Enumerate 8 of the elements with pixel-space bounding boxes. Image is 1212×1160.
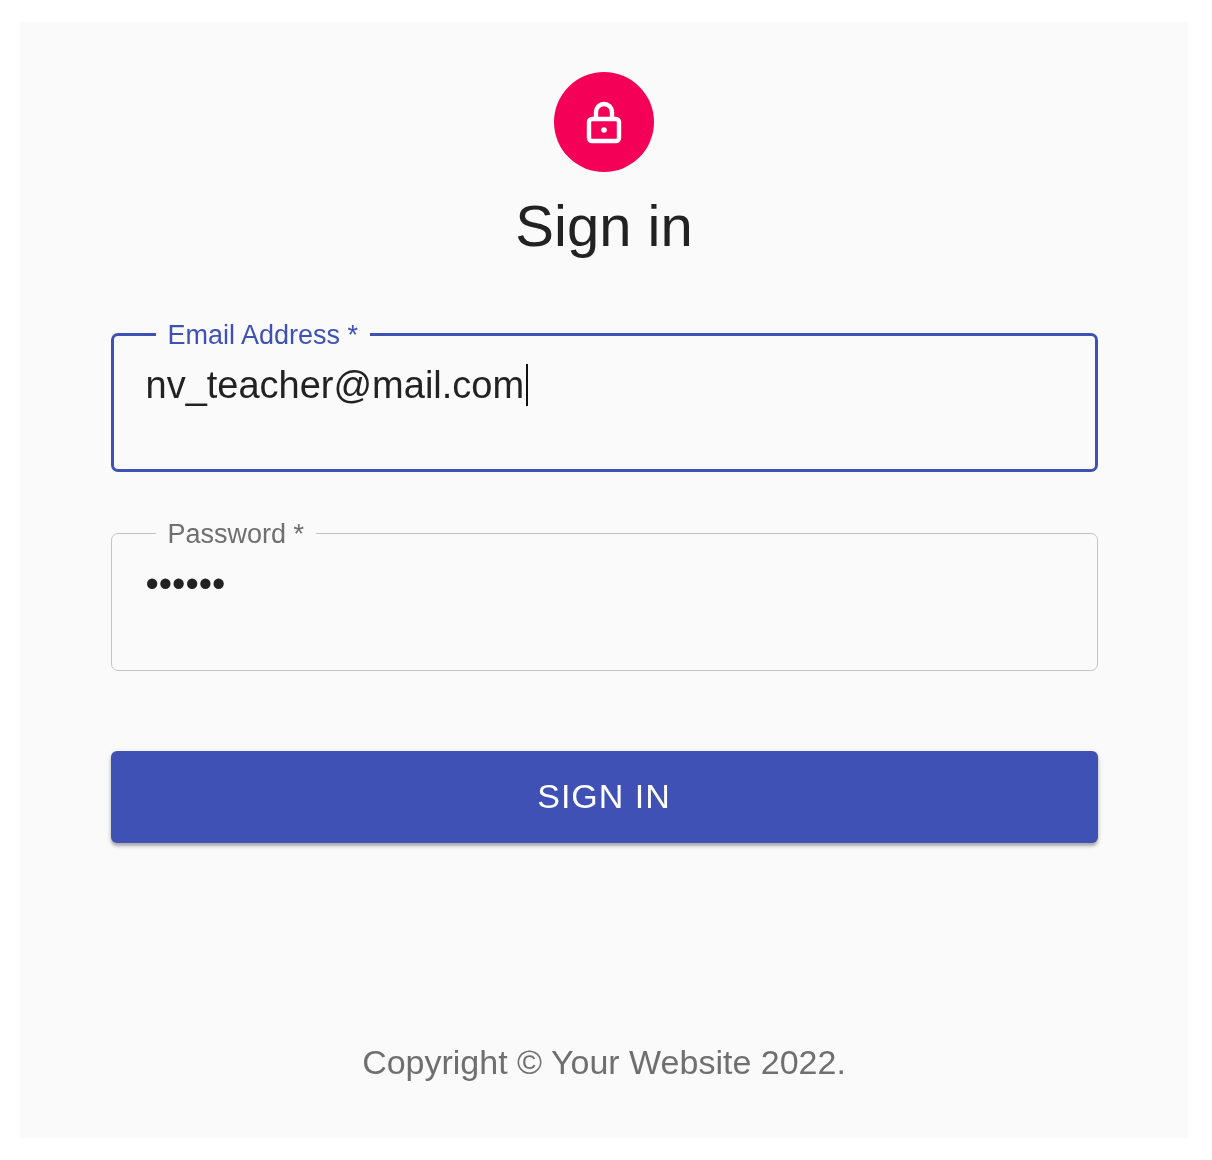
field-label: Password * — [166, 518, 306, 549]
field-label: Email Address * — [166, 319, 360, 350]
field-value: •••••• — [145, 562, 226, 606]
page-title: Sign in — [515, 194, 693, 258]
text-cursor — [526, 364, 529, 407]
sign-in-button[interactable]: SIGN IN — [110, 750, 1098, 843]
copyright-text: Copyright © Your Website 2022. — [362, 1042, 846, 1082]
field-value: nv_teacher@mail.com — [145, 363, 529, 407]
